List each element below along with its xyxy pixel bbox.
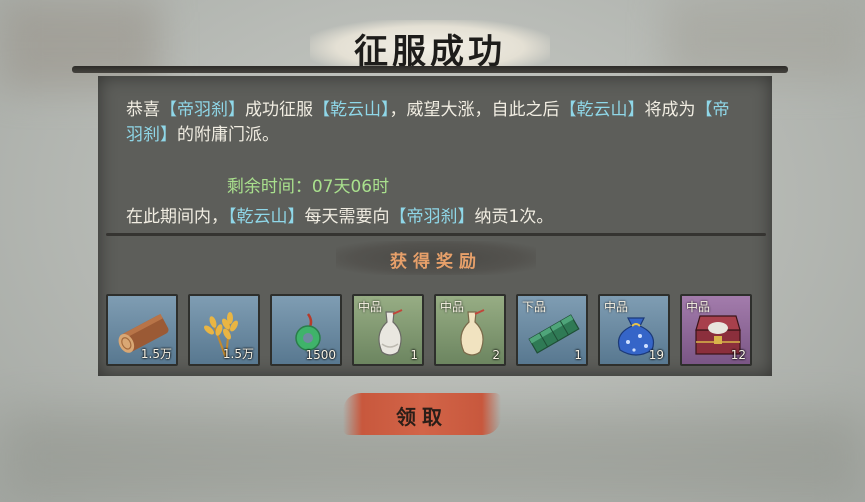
result-panel: 恭喜【帝羽刹】成功征服【乾云山】，威望大涨，自此之后【乾云山】将成为【帝羽刹】的… [98, 76, 772, 376]
remaining-time-value: 07天06时 [311, 177, 390, 197]
item-quantity: 1 [574, 348, 582, 362]
tribute-text: 在此期间内， [126, 207, 228, 227]
message-text: 将成为 [644, 100, 696, 120]
remaining-time: 剩余时间：07天06时 [98, 172, 518, 197]
tribute-message: 在此期间内，【乾云山】每天需要向【帝羽刹】纳贡1次。 [126, 202, 746, 227]
claim-button-label: 领取 [396, 405, 448, 429]
item-grade: 中品 [440, 300, 465, 314]
tribute-text: 纳贡1次。 [474, 207, 554, 227]
remaining-time-label: 剩余时间： [226, 177, 312, 197]
item-quantity: 1.5万 [140, 347, 172, 361]
item-grade: 下品 [522, 300, 547, 314]
reward-header: 获得奖励 [336, 241, 536, 275]
message-text: 恭喜 [126, 100, 160, 120]
message-text: 的附庸门派。 [177, 125, 279, 145]
item-grade: 中品 [358, 300, 383, 314]
reward-items: 1.5万 1.5万 1500 中品 1 中品 2 下品 1 中品 19 中品 1… [106, 294, 766, 370]
sect-name-link[interactable]: 【帝羽刹】 [390, 207, 475, 227]
reward-item-treasure-chest[interactable]: 中品 12 [680, 294, 752, 366]
item-quantity: 12 [730, 348, 746, 362]
reward-header-label: 获得奖励 [390, 252, 482, 272]
reward-item-white-vase[interactable]: 中品 1 [352, 294, 424, 366]
item-quantity: 2 [492, 348, 500, 362]
middle-divider [106, 233, 766, 236]
conquest-message: 恭喜【帝羽刹】成功征服【乾云山】，威望大涨，自此之后【乾云山】将成为【帝羽刹】的… [126, 98, 746, 148]
reward-item-cream-vase[interactable]: 中品 2 [434, 294, 506, 366]
reward-item-jade-coin[interactable]: 1500 [270, 294, 342, 366]
message-text: ，威望大涨，自此之后 [389, 100, 560, 120]
title-banner: 征服成功 [310, 14, 550, 72]
sect-name-link[interactable]: 【乾云山】 [228, 207, 305, 227]
message-text: 成功征服 [245, 100, 313, 120]
reward-item-grain[interactable]: 1.5万 [188, 294, 260, 366]
top-divider [72, 66, 788, 73]
claim-button[interactable]: 领取 [343, 393, 501, 435]
reward-item-blue-pouch[interactable]: 中品 19 [598, 294, 670, 366]
item-grade: 中品 [604, 300, 629, 314]
item-quantity: 1 [410, 348, 418, 362]
item-quantity: 1.5万 [222, 347, 254, 361]
sect-name-link[interactable]: 【乾云山】 [313, 100, 390, 120]
reward-item-jade-brick[interactable]: 下品 1 [516, 294, 588, 366]
item-quantity: 1500 [305, 348, 336, 362]
item-grade: 中品 [686, 300, 711, 314]
sect-name-link[interactable]: 【帝羽刹】 [160, 100, 245, 120]
item-quantity: 19 [648, 348, 664, 362]
tribute-text: 每天需要向 [304, 207, 390, 227]
reward-item-wood[interactable]: 1.5万 [106, 294, 178, 366]
sect-name-link[interactable]: 【乾云山】 [560, 100, 645, 120]
